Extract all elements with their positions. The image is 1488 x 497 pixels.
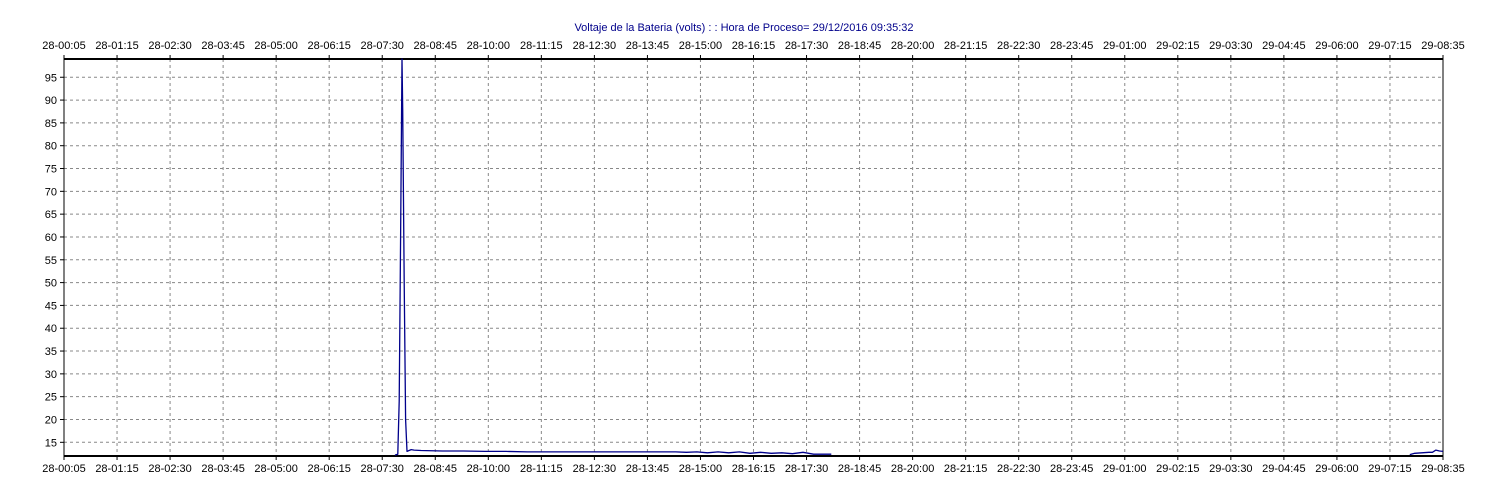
x-tick-label-bottom: 28-06:15 [307,463,350,475]
y-tick-label: 65 [45,209,57,221]
x-tick-label-top: 28-22:30 [997,40,1040,52]
x-tick-label-bottom: 28-13:45 [626,463,669,475]
x-tick-label-bottom: 28-05:00 [254,463,297,475]
x-tick-label-top: 29-06:00 [1315,40,1358,52]
y-tick-label: 70 [45,186,57,198]
x-tick-label-top: 28-16:15 [732,40,775,52]
x-tick-label-bottom: 28-00:05 [42,463,85,475]
y-tick-label: 30 [45,369,57,381]
x-tick-label-bottom: 28-10:00 [467,463,510,475]
y-tick-label: 15 [45,437,57,449]
x-tick-label-top: 28-18:45 [838,40,881,52]
x-tick-label-bottom: 29-03:30 [1209,463,1252,475]
x-tick-label-top: 28-01:15 [95,40,138,52]
y-tick-label: 95 [45,72,57,84]
x-tick-label-top: 28-05:00 [254,40,297,52]
x-tick-label-bottom: 28-01:15 [95,463,138,475]
y-tick-label: 20 [45,414,57,426]
x-tick-label-bottom: 28-18:45 [838,463,881,475]
x-tick-label-bottom: 28-08:45 [414,463,457,475]
x-tick-label-bottom: 28-21:15 [944,463,987,475]
x-tick-label-bottom: 28-23:45 [1050,463,1093,475]
x-tick-label-top: 28-08:45 [414,40,457,52]
x-tick-label-top: 28-13:45 [626,40,669,52]
y-tick-label: 35 [45,346,57,358]
x-tick-label-bottom: 28-11:15 [520,463,563,475]
battery-voltage-chart: Voltaje de la Bateria (volts) : : Hora d… [0,0,1488,497]
x-tick-label-top: 29-04:45 [1262,40,1305,52]
x-tick-label-top: 28-00:05 [42,40,85,52]
x-tick-label-top: 28-10:00 [467,40,510,52]
x-tick-label-bottom: 28-17:30 [785,463,828,475]
x-tick-label-bottom: 29-01:00 [1103,463,1146,475]
x-tick-label-bottom: 29-04:45 [1262,463,1305,475]
x-tick-label-bottom: 28-22:30 [997,463,1040,475]
y-tick-label: 85 [45,118,57,130]
x-tick-label-top: 28-06:15 [307,40,350,52]
x-tick-label-bottom: 28-12:30 [573,463,616,475]
chart-background [0,0,1488,497]
x-tick-label-top: 28-02:30 [148,40,191,52]
x-tick-label-bottom: 29-08:35 [1421,463,1464,475]
x-tick-label-bottom: 29-06:00 [1315,463,1358,475]
x-tick-label-top: 28-23:45 [1050,40,1093,52]
x-tick-label-top: 28-03:45 [201,40,244,52]
x-tick-label-top: 28-17:30 [785,40,828,52]
x-tick-label-top: 28-20:00 [891,40,934,52]
chart-title: Voltaje de la Bateria (volts) : : Hora d… [574,22,913,34]
y-tick-label: 40 [45,323,57,335]
x-tick-label-bottom: 28-07:30 [361,463,404,475]
x-tick-label-bottom: 28-16:15 [732,463,775,475]
y-tick-label: 45 [45,300,57,312]
x-tick-label-top: 29-07:15 [1368,40,1411,52]
x-tick-label-top: 28-07:30 [361,40,404,52]
x-tick-label-top: 28-11:15 [520,40,563,52]
x-tick-label-top: 29-01:00 [1103,40,1146,52]
x-tick-label-top: 28-12:30 [573,40,616,52]
y-tick-label: 75 [45,164,57,176]
x-tick-label-top: 28-15:00 [679,40,722,52]
y-tick-label: 50 [45,278,57,290]
y-tick-label: 90 [45,95,57,107]
x-tick-label-bottom: 29-02:15 [1156,463,1199,475]
x-tick-label-top: 29-03:30 [1209,40,1252,52]
y-tick-label: 60 [45,232,57,244]
x-tick-label-bottom: 28-03:45 [201,463,244,475]
x-tick-label-top: 28-21:15 [944,40,987,52]
x-tick-label-bottom: 28-15:00 [679,463,722,475]
y-tick-label: 55 [45,255,57,267]
x-tick-label-top: 29-08:35 [1421,40,1464,52]
x-tick-label-top: 29-02:15 [1156,40,1199,52]
y-tick-label: 80 [45,141,57,153]
x-tick-label-bottom: 28-20:00 [891,463,934,475]
x-tick-label-bottom: 29-07:15 [1368,463,1411,475]
y-tick-label: 25 [45,392,57,404]
x-tick-label-bottom: 28-02:30 [148,463,191,475]
